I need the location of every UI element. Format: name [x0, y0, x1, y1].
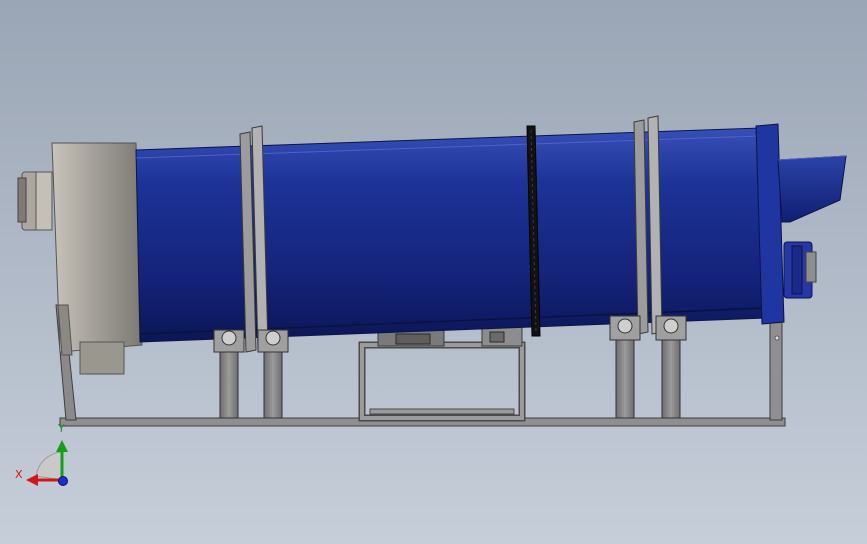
discharge-hood	[51, 142, 143, 375]
triad-plane-icon	[35, 451, 63, 481]
coordinate-triad	[26, 440, 68, 486]
motor-stand	[358, 341, 526, 422]
support-roller-right-1	[609, 315, 641, 419]
y-arrow-head-icon	[56, 440, 68, 452]
x-axis-label: X	[15, 468, 23, 481]
support-roller-left-1	[213, 329, 245, 419]
x-arrow-head-icon	[26, 474, 38, 486]
rotary-drum	[135, 127, 767, 343]
discharge-outlet-flange	[17, 171, 53, 231]
y-axis-label: Y	[58, 422, 65, 435]
support-roller-left-2	[257, 329, 289, 419]
feed-inlet-flange	[783, 241, 817, 299]
support-roller-right-2	[655, 315, 687, 419]
z-axis-dot-icon	[58, 476, 68, 486]
cad-viewport[interactable]	[0, 0, 867, 544]
